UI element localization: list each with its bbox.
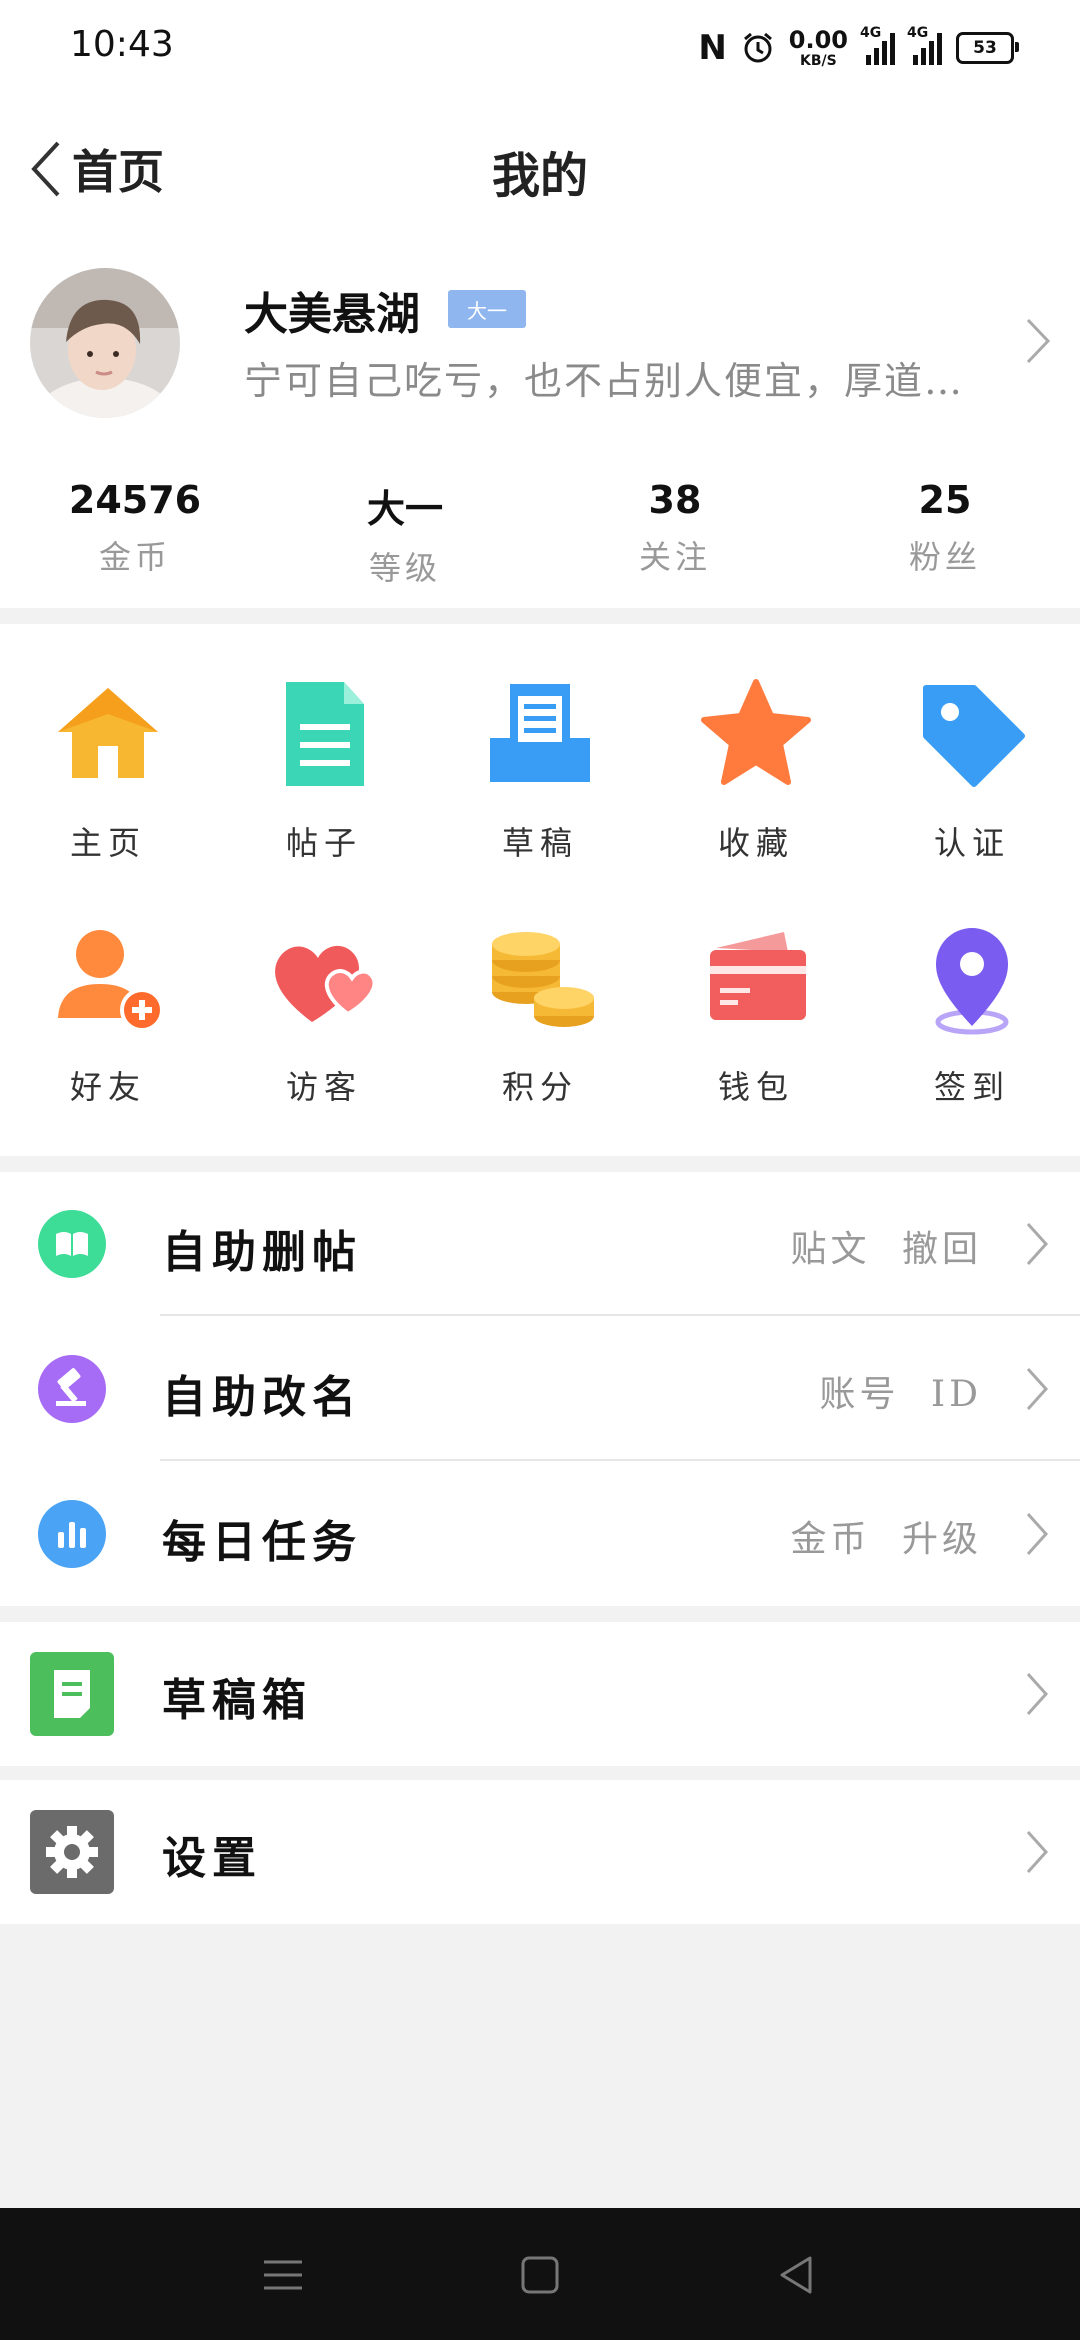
draft-tray-icon	[490, 684, 590, 782]
system-nav-bar	[0, 2208, 1080, 2340]
page-title: 我的	[491, 148, 588, 204]
status-time: 10:43	[70, 24, 174, 65]
user-bio: 宁可自己吃亏，也不占别人便宜，厚道…	[244, 359, 965, 403]
chevron-right-icon	[1026, 318, 1051, 364]
profile-card[interactable]: 大美悬湖 大一 宁可自己吃亏，也不占别人便宜，厚道… 24576 金币 大一 等级 …	[0, 238, 1080, 608]
note-icon	[30, 1652, 114, 1736]
status-bar: 10:43 N 0.00 KB/S 4G 4G 53	[0, 0, 1080, 96]
stats-row: 24576 金币 大一 等级 38 关注 25 粉丝	[0, 470, 1080, 600]
bar-chart-icon	[38, 1500, 106, 1568]
username: 大美悬湖	[244, 289, 420, 340]
network-speed: 0.00 KB/S	[788, 26, 848, 69]
star-icon	[701, 679, 811, 785]
grid-item-favorites[interactable]: 收藏	[648, 644, 864, 864]
book-icon	[38, 1210, 106, 1278]
grid-item-wallet[interactable]: 钱包	[648, 888, 864, 1108]
nfc-icon: N	[698, 28, 727, 68]
battery-icon: 53	[956, 32, 1019, 64]
status-icons: N 0.00 KB/S 4G 4G 53	[698, 25, 1019, 70]
grid-item-posts[interactable]: 帖子	[216, 644, 432, 864]
grid-item-drafts[interactable]: 草稿	[432, 644, 648, 864]
divider	[160, 1459, 1080, 1461]
list-item-rename[interactable]: 自助改名 账号 ID	[0, 1317, 1080, 1461]
location-pin-icon	[935, 928, 1009, 1035]
feature-grid: 主页 帖子 草稿 收藏 认证 好友 访客 积分 钱包 签到	[0, 624, 1080, 1156]
signal-icon-sim2: 4G	[907, 25, 942, 65]
chevron-right-icon	[1026, 1367, 1049, 1411]
drafts-box-item[interactable]: 草稿箱	[0, 1622, 1080, 1766]
grid-item-points[interactable]: 积分	[432, 888, 648, 1108]
chevron-right-icon	[1026, 1672, 1049, 1716]
list-item-daily-tasks[interactable]: 每日任务 金币 升级	[0, 1462, 1080, 1606]
list-item-delete-post[interactable]: 自助删帖 贴文 撤回	[0, 1172, 1080, 1316]
menu-icon[interactable]	[256, 2248, 310, 2302]
document-icon	[286, 682, 364, 786]
gavel-icon	[38, 1355, 106, 1423]
stat-fans[interactable]: 25 粉丝	[810, 470, 1080, 600]
divider	[160, 1314, 1080, 1316]
level-badge: 大一	[448, 290, 526, 328]
chevron-right-icon	[1026, 1512, 1049, 1556]
visitor-hearts-icon	[275, 945, 377, 1022]
grid-item-checkin[interactable]: 签到	[864, 888, 1080, 1108]
back-triangle-icon[interactable]	[770, 2248, 824, 2302]
grid-item-friends[interactable]: 好友	[0, 888, 216, 1108]
grid-item-verify[interactable]: 认证	[864, 644, 1080, 864]
self-service-list: 自助删帖 贴文 撤回 自助改名 账号 ID 每日任务 金币 升级	[0, 1172, 1080, 1606]
home-button-icon[interactable]	[513, 2248, 567, 2302]
home-icon	[58, 688, 158, 778]
stat-following[interactable]: 38 关注	[540, 470, 810, 600]
chevron-right-icon	[1026, 1830, 1049, 1874]
signal-icon-sim1: 4G	[860, 25, 895, 65]
alarm-icon	[743, 32, 772, 63]
grid-item-home[interactable]: 主页	[0, 644, 216, 864]
gear-icon	[30, 1810, 114, 1894]
grid-item-visitors[interactable]: 访客	[216, 888, 432, 1108]
stat-level[interactable]: 大一 等级	[270, 470, 540, 600]
tag-icon	[923, 685, 1025, 787]
avatar[interactable]	[30, 268, 180, 418]
settings-item[interactable]: 设置	[0, 1780, 1080, 1924]
app-header: 首页 我的	[0, 96, 1080, 238]
add-friend-icon	[58, 930, 164, 1032]
coins-icon	[492, 932, 594, 1027]
chevron-right-icon	[1026, 1222, 1049, 1266]
stat-coins[interactable]: 24576 金币	[0, 470, 270, 600]
wallet-icon	[710, 932, 806, 1020]
